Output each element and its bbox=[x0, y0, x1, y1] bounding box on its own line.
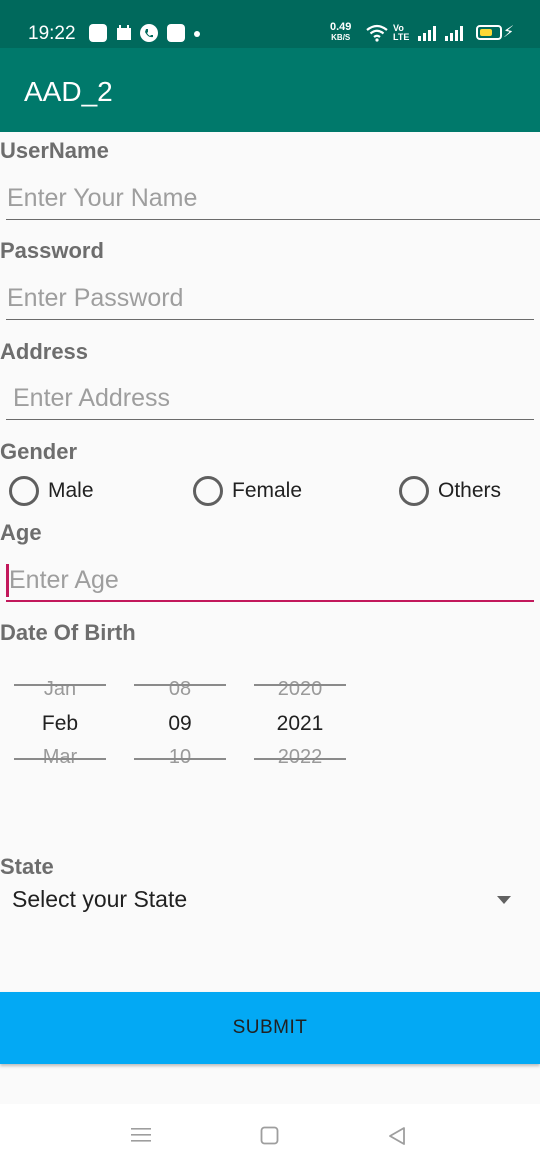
gender-radio-female[interactable]: Female bbox=[193, 476, 302, 506]
net-speed: 0.49 KB/S bbox=[330, 22, 351, 43]
state-selected-value[interactable]: Select your State bbox=[12, 886, 187, 913]
picker-prev-value[interactable]: 08 bbox=[130, 678, 230, 701]
text-cursor bbox=[6, 564, 9, 597]
dob-month-picker[interactable]: Jan Feb Mar bbox=[10, 668, 110, 778]
phone-icon bbox=[140, 24, 158, 42]
state-spinner[interactable]: Select your State bbox=[0, 876, 540, 926]
picker-prev-value[interactable]: Jan bbox=[10, 678, 110, 701]
address-field[interactable] bbox=[6, 378, 534, 420]
picker-selected-value[interactable]: 2021 bbox=[250, 712, 350, 736]
picker-selected-value[interactable]: 09 bbox=[130, 712, 230, 736]
signal-icon-2 bbox=[445, 25, 463, 41]
address-label: Address bbox=[0, 339, 89, 364]
status-time: 19:22 bbox=[28, 23, 76, 44]
age-input[interactable] bbox=[6, 560, 534, 600]
picker-divider bbox=[14, 758, 106, 760]
net-speed-value: 0.49 bbox=[330, 21, 352, 33]
radio-circle-icon[interactable] bbox=[193, 476, 223, 506]
picker-selected-value[interactable]: Feb bbox=[10, 712, 110, 736]
gender-option-label: Others bbox=[438, 479, 502, 502]
sim-app-icon bbox=[167, 24, 185, 42]
picker-divider bbox=[134, 684, 226, 686]
username-field[interactable] bbox=[6, 178, 540, 220]
picker-divider bbox=[254, 758, 346, 760]
submit-button[interactable]: SUBMIT bbox=[0, 992, 540, 1064]
gender-option-label: Female bbox=[232, 479, 303, 502]
app-bar: AAD_2 bbox=[0, 48, 540, 132]
address-input[interactable] bbox=[6, 378, 534, 419]
status-bar: 19:22 0.49 KB/S Vo LTE ⚡ bbox=[0, 0, 540, 48]
volte-icon: Vo LTE bbox=[393, 24, 409, 42]
navigation-bar bbox=[0, 1104, 540, 1170]
password-label: Password bbox=[0, 238, 104, 263]
net-speed-unit: KB/S bbox=[331, 33, 351, 42]
gender-option-label: Male bbox=[48, 479, 94, 502]
dob-day-picker[interactable]: 08 09 10 bbox=[130, 668, 230, 778]
gender-radio-others[interactable]: Others bbox=[399, 476, 501, 506]
menu-icon[interactable] bbox=[131, 1126, 151, 1149]
age-field[interactable] bbox=[6, 560, 534, 602]
picker-divider bbox=[134, 758, 226, 760]
password-field[interactable] bbox=[6, 278, 534, 320]
picker-divider bbox=[254, 684, 346, 686]
calendar-icon bbox=[115, 24, 133, 42]
radio-circle-icon[interactable] bbox=[399, 476, 429, 506]
dob-label: Date Of Birth bbox=[0, 620, 136, 645]
username-input[interactable] bbox=[6, 178, 540, 219]
dropdown-arrow-icon[interactable] bbox=[497, 896, 511, 904]
gender-label: Gender bbox=[0, 439, 78, 464]
home-square-icon[interactable] bbox=[260, 1126, 280, 1151]
charging-icon: ⚡ bbox=[503, 24, 515, 41]
dot-icon bbox=[194, 31, 200, 37]
picker-prev-value[interactable]: 2020 bbox=[250, 678, 350, 701]
battery-icon bbox=[476, 25, 502, 40]
radio-circle-icon[interactable] bbox=[9, 476, 39, 506]
wifi-icon bbox=[366, 24, 388, 47]
username-label: UserName bbox=[0, 138, 109, 163]
back-triangle-icon[interactable] bbox=[387, 1126, 407, 1151]
dob-year-picker[interactable]: 2020 2021 2022 bbox=[250, 668, 350, 778]
password-input[interactable] bbox=[6, 278, 534, 319]
signal-icon bbox=[418, 25, 436, 41]
notification-app-icon bbox=[89, 24, 107, 42]
volte-line-2: LTE bbox=[393, 32, 410, 42]
app-title: AAD_2 bbox=[24, 76, 113, 107]
age-label: Age bbox=[0, 520, 42, 545]
picker-divider bbox=[14, 684, 106, 686]
gender-radio-male[interactable]: Male bbox=[9, 476, 94, 506]
